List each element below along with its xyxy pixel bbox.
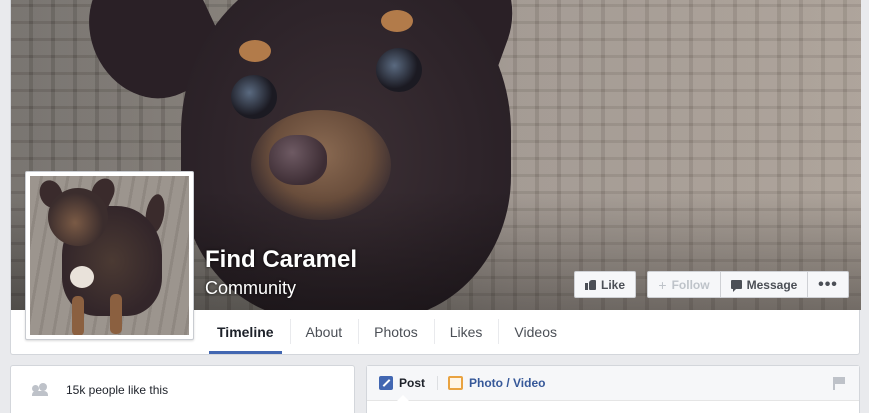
like-label: Like xyxy=(600,277,625,292)
tab-about[interactable]: About xyxy=(289,310,359,354)
post-label: Post xyxy=(399,376,426,390)
tab-videos[interactable]: Videos xyxy=(498,310,573,354)
tab-likes[interactable]: Likes xyxy=(433,310,499,354)
post-composer: Post Photo / Video xyxy=(366,365,860,413)
plus-icon: + xyxy=(658,276,667,293)
photo-icon xyxy=(448,376,464,390)
composer-tabs: Post Photo / Video xyxy=(367,366,859,401)
message-button[interactable]: Message xyxy=(720,271,808,298)
photo-video-tab[interactable]: Photo / Video xyxy=(437,376,557,390)
pencil-icon xyxy=(379,376,393,390)
active-tab-caret xyxy=(397,395,409,401)
page-title[interactable]: Find Caramel xyxy=(205,246,357,274)
profile-dog-leg xyxy=(72,296,84,335)
profile-picture[interactable] xyxy=(25,171,194,340)
post-tab[interactable]: Post xyxy=(379,376,437,390)
message-icon xyxy=(730,280,742,292)
cover-dog-brow xyxy=(239,40,271,62)
tab-photos[interactable]: Photos xyxy=(358,310,434,354)
cover-dog-eye xyxy=(376,48,422,92)
facebook-page: Find Caramel Community Like + Follow Mes… xyxy=(0,0,869,413)
profile-dog-head xyxy=(48,188,108,246)
tab-timeline[interactable]: Timeline xyxy=(201,310,290,354)
cover-dog-nose xyxy=(269,135,327,185)
page-tabs: Timeline About Photos Likes Videos xyxy=(201,310,573,354)
follow-label: Follow xyxy=(671,277,710,292)
more-button[interactable]: ••• xyxy=(808,271,849,298)
likes-count-text[interactable]: 15k people like this xyxy=(66,383,168,397)
follow-button[interactable]: + Follow xyxy=(647,271,720,298)
photo-video-label: Photo / Video xyxy=(469,376,546,390)
cover-dog-brow xyxy=(381,10,413,32)
cover-dog-eye xyxy=(231,75,277,119)
likes-card: 15k people like this xyxy=(10,365,355,413)
profile-dog-leg xyxy=(110,294,122,334)
like-button[interactable]: Like xyxy=(574,271,636,298)
flag-icon[interactable] xyxy=(833,377,845,390)
more-icon: ••• xyxy=(818,275,838,293)
profile-photo xyxy=(30,176,189,335)
page-header: Find Caramel Community Like + Follow Mes… xyxy=(10,0,861,355)
message-label: Message xyxy=(746,277,798,292)
profile-dog-chest xyxy=(70,266,94,288)
people-icon xyxy=(32,383,48,396)
page-category[interactable]: Community xyxy=(205,278,296,299)
thumbs-up-icon xyxy=(584,279,596,290)
